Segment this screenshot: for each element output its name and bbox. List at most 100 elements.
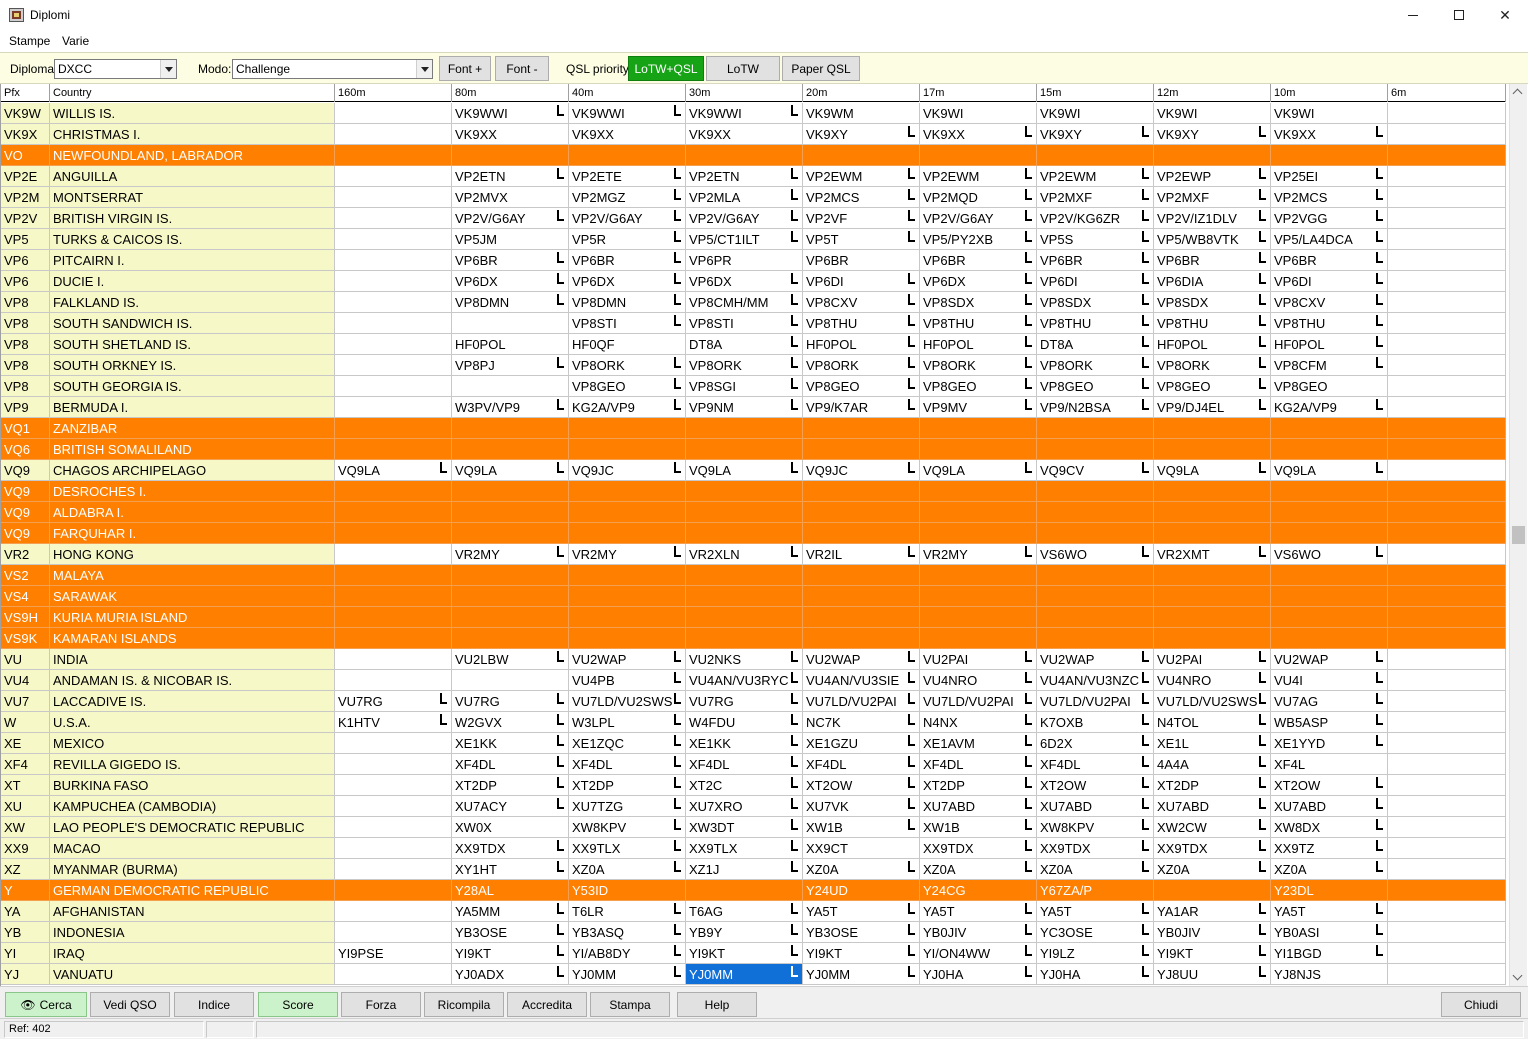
band-cell[interactable] bbox=[335, 355, 452, 376]
band-cell[interactable]: VP6BR bbox=[452, 250, 569, 271]
band-cell[interactable]: W2GVX bbox=[452, 712, 569, 733]
prefix-cell[interactable]: VP8 bbox=[1, 292, 50, 313]
band-cell[interactable] bbox=[1388, 922, 1506, 943]
band-cell[interactable]: VU4NRO bbox=[1154, 670, 1271, 691]
prefix-cell[interactable]: VS4 bbox=[1, 586, 50, 607]
band-cell[interactable]: VP8ORK bbox=[920, 355, 1037, 376]
band-cell[interactable] bbox=[335, 124, 452, 145]
country-cell[interactable]: WILLIS IS. bbox=[50, 103, 335, 124]
band-cell[interactable] bbox=[1271, 502, 1388, 523]
band-cell[interactable] bbox=[920, 607, 1037, 628]
band-cell[interactable] bbox=[1388, 460, 1506, 481]
prefix-cell[interactable]: VS2 bbox=[1, 565, 50, 586]
band-cell[interactable]: KG2A/VP9 bbox=[1271, 397, 1388, 418]
prefix-cell[interactable]: VU4 bbox=[1, 670, 50, 691]
table-row[interactable]: YB INDONESIA YB3OSE YB3ASQ YB9Y YB3OSE YB0JIV Y… bbox=[1, 922, 1506, 943]
band-cell[interactable] bbox=[1388, 754, 1506, 775]
band-cell[interactable]: XF4DL bbox=[803, 754, 920, 775]
menu-stampe[interactable]: Stampe bbox=[9, 34, 50, 48]
band-cell[interactable]: XW0X bbox=[452, 817, 569, 838]
band-cell[interactable]: VR2XMT bbox=[1154, 544, 1271, 565]
band-cell[interactable]: VR2IL bbox=[803, 544, 920, 565]
prefix-cell[interactable]: XW bbox=[1, 817, 50, 838]
table-row[interactable]: VP6 DUCIE I. VP6DX VP6DX VP6DX VP6DI VP6DX VP6D… bbox=[1, 271, 1506, 292]
band-cell[interactable] bbox=[1037, 418, 1154, 439]
band-cell[interactable]: XF4DL bbox=[686, 754, 803, 775]
band-cell[interactable]: VP9NM bbox=[686, 397, 803, 418]
band-cell[interactable] bbox=[335, 418, 452, 439]
prefix-cell[interactable]: VK9W bbox=[1, 103, 50, 124]
band-cell[interactable] bbox=[1388, 838, 1506, 859]
column-header[interactable]: 15m bbox=[1037, 84, 1154, 102]
band-cell[interactable]: VU7RG bbox=[452, 691, 569, 712]
band-cell[interactable]: VP8SDX bbox=[1037, 292, 1154, 313]
column-header[interactable]: 6m bbox=[1388, 84, 1506, 102]
lotw-button[interactable]: LoTW bbox=[706, 56, 780, 81]
band-cell[interactable] bbox=[1154, 523, 1271, 544]
column-header[interactable]: 30m bbox=[686, 84, 803, 102]
band-cell[interactable] bbox=[1388, 481, 1506, 502]
country-cell[interactable]: AFGHANISTAN bbox=[50, 901, 335, 922]
band-cell[interactable]: VP5R bbox=[569, 229, 686, 250]
band-cell[interactable]: VU2PAI bbox=[920, 649, 1037, 670]
table-row[interactable]: XW LAO PEOPLE'S DEMOCRATIC REPUBLIC XW0X XW… bbox=[1, 817, 1506, 838]
band-cell[interactable] bbox=[452, 670, 569, 691]
band-cell[interactable]: VP8CXV bbox=[803, 292, 920, 313]
band-cell[interactable] bbox=[686, 586, 803, 607]
band-cell[interactable] bbox=[803, 523, 920, 544]
table-row[interactable]: VQ9 ALDABRA I. bbox=[1, 502, 1506, 523]
band-cell[interactable]: VK9XY bbox=[1154, 124, 1271, 145]
band-cell[interactable]: XW3DT bbox=[686, 817, 803, 838]
band-cell[interactable]: VP8ORK bbox=[1154, 355, 1271, 376]
prefix-cell[interactable]: VP2M bbox=[1, 187, 50, 208]
band-cell[interactable]: VK9WI bbox=[1037, 103, 1154, 124]
band-cell[interactable]: VP8ORK bbox=[569, 355, 686, 376]
prefix-cell[interactable]: VP8 bbox=[1, 355, 50, 376]
band-cell[interactable]: VP8DMN bbox=[452, 292, 569, 313]
band-cell[interactable]: VP8PJ bbox=[452, 355, 569, 376]
band-cell[interactable] bbox=[686, 502, 803, 523]
band-cell[interactable] bbox=[335, 439, 452, 460]
band-cell[interactable]: VP8GEO bbox=[803, 376, 920, 397]
table-row[interactable]: XX9 MACAO XX9TDX XX9TLX XX9TLX XX9CT XX9TDX XX9… bbox=[1, 838, 1506, 859]
band-cell[interactable]: VP8CMH/MM bbox=[686, 292, 803, 313]
band-cell[interactable] bbox=[686, 418, 803, 439]
band-cell[interactable] bbox=[569, 586, 686, 607]
band-cell[interactable]: VP8ORK bbox=[1037, 355, 1154, 376]
band-cell[interactable]: YA5T bbox=[920, 901, 1037, 922]
band-cell[interactable] bbox=[1271, 523, 1388, 544]
band-cell[interactable] bbox=[335, 733, 452, 754]
prefix-cell[interactable]: W bbox=[1, 712, 50, 733]
band-cell[interactable]: YI9KT bbox=[803, 943, 920, 964]
prefix-cell[interactable]: VU7 bbox=[1, 691, 50, 712]
band-cell[interactable] bbox=[569, 145, 686, 166]
band-cell[interactable]: VP8STI bbox=[686, 313, 803, 334]
band-cell[interactable]: VP8SDX bbox=[920, 292, 1037, 313]
band-cell[interactable]: VP2V/KG6ZR bbox=[1037, 208, 1154, 229]
band-cell[interactable]: XX9TZ bbox=[1271, 838, 1388, 859]
column-header[interactable]: 80m bbox=[452, 84, 569, 102]
band-cell[interactable]: YB9Y bbox=[686, 922, 803, 943]
country-cell[interactable]: SOUTH SHETLAND IS. bbox=[50, 334, 335, 355]
band-cell[interactable] bbox=[1388, 334, 1506, 355]
band-cell[interactable] bbox=[452, 523, 569, 544]
country-cell[interactable]: NEWFOUNDLAND, LABRADOR bbox=[50, 145, 335, 166]
band-cell[interactable] bbox=[1037, 145, 1154, 166]
band-cell[interactable] bbox=[920, 586, 1037, 607]
band-cell[interactable] bbox=[1154, 481, 1271, 502]
band-cell[interactable]: XZ0A bbox=[1154, 859, 1271, 880]
band-cell[interactable] bbox=[335, 103, 452, 124]
band-cell[interactable]: XZ1J bbox=[686, 859, 803, 880]
band-cell[interactable] bbox=[1154, 880, 1271, 901]
band-cell[interactable] bbox=[1388, 880, 1506, 901]
band-cell[interactable]: KG2A/VP9 bbox=[569, 397, 686, 418]
band-cell[interactable]: VU7LD/VU2PAI bbox=[1037, 691, 1154, 712]
band-cell[interactable]: VU7LD/VU2PAI bbox=[920, 691, 1037, 712]
prefix-cell[interactable]: VQ9 bbox=[1, 502, 50, 523]
band-cell[interactable] bbox=[1037, 523, 1154, 544]
band-cell[interactable]: XE1YYD bbox=[1271, 733, 1388, 754]
band-cell[interactable]: VU7RG bbox=[686, 691, 803, 712]
band-cell[interactable]: VK9WWI bbox=[569, 103, 686, 124]
band-cell[interactable]: XX9TDX bbox=[452, 838, 569, 859]
band-cell[interactable] bbox=[1271, 586, 1388, 607]
